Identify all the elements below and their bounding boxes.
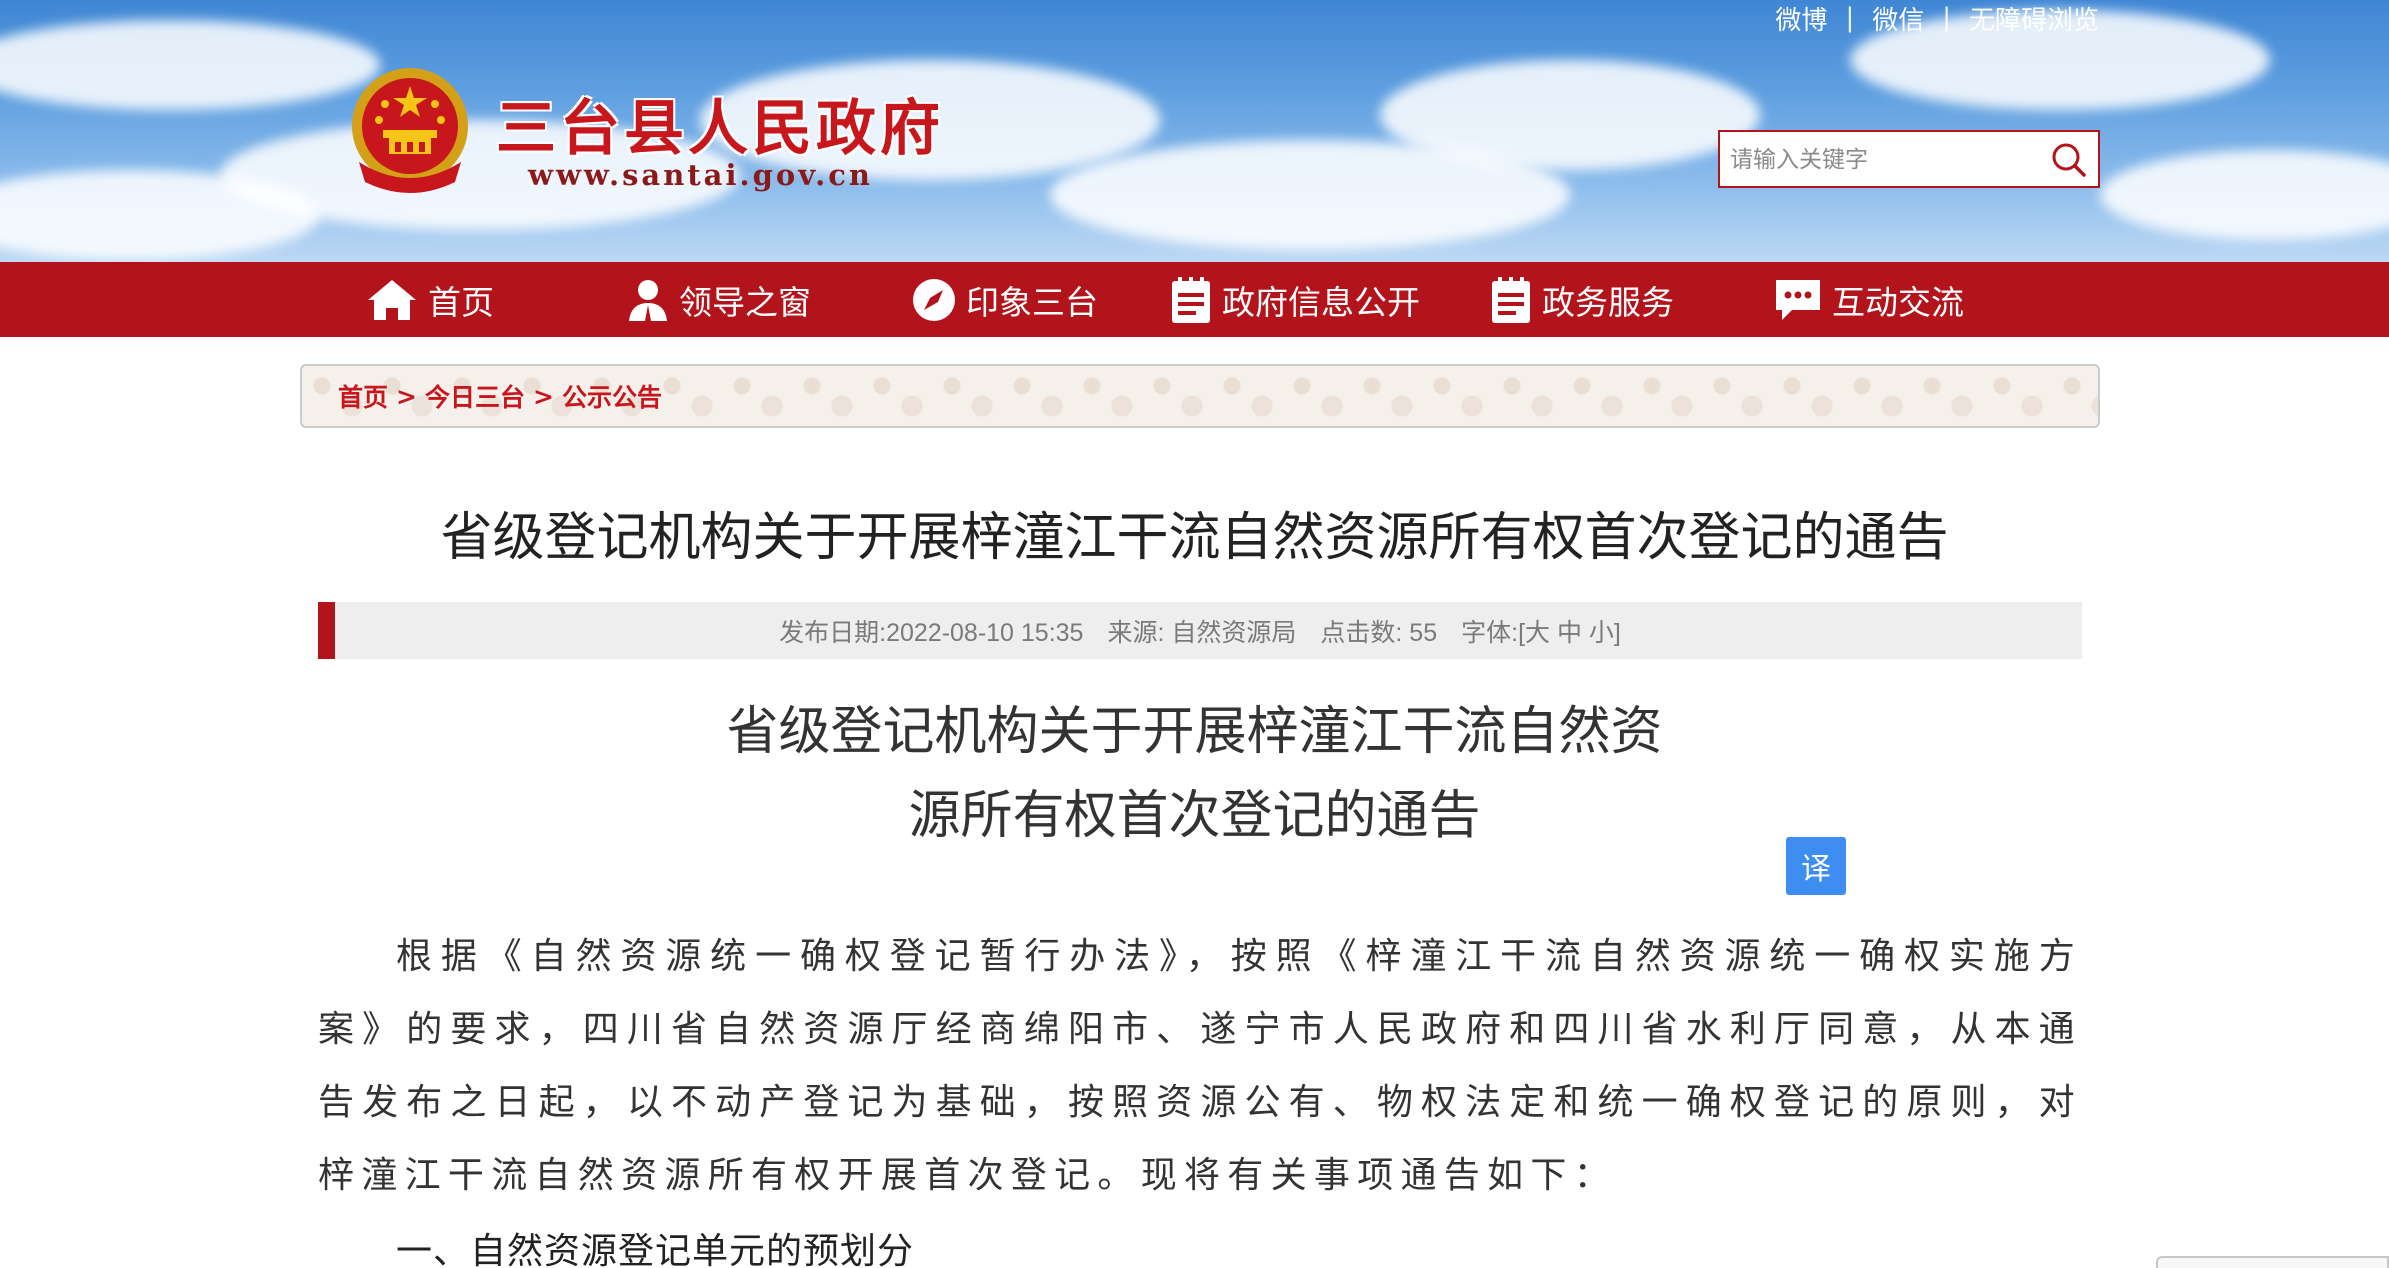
cloud-decoration xyxy=(1380,60,1760,170)
search-button[interactable] xyxy=(2038,132,2098,186)
nav-item-label: 政务服务 xyxy=(1542,283,1674,321)
national-emblem-icon[interactable] xyxy=(345,64,475,204)
section-heading: 一、自然资源登记单元的预划分 xyxy=(396,1230,915,1268)
source-label: 来源: xyxy=(1107,618,1165,647)
search-box xyxy=(1718,130,2100,188)
font-size-label: 字体: xyxy=(1461,618,1519,647)
home-icon xyxy=(368,279,416,320)
person-icon xyxy=(629,279,667,321)
breadcrumb-announcements[interactable]: 公示公告 xyxy=(562,378,662,414)
site-url: www.santai.gov.cn xyxy=(528,158,873,192)
nav-item-gov-services[interactable]: 政务服务 xyxy=(1488,262,1674,337)
nav-item-label: 印象三台 xyxy=(966,283,1098,321)
publish-date-value: 2022-08-10 15:35 xyxy=(886,618,1084,647)
click-count-label: 点击数: xyxy=(1320,618,1403,647)
search-input[interactable] xyxy=(1720,132,2038,186)
article-meta-bar: 发布日期:2022-08-10 15:35 来源: 自然资源局 点击数: 55 … xyxy=(318,602,2082,659)
weibo-link[interactable]: 微博 xyxy=(1775,0,1827,37)
site-header: 微博 | 微信 | 无障碍浏览 三台县人民政府 www.santai.gov.c… xyxy=(0,0,2389,262)
page-title: 省级登记机构关于开展梓潼江干流自然资源所有权首次登记的通告 xyxy=(440,509,1949,567)
nav-item-home[interactable]: 首页 xyxy=(364,262,494,337)
publish-date: 发布日期:2022-08-10 15:35 xyxy=(779,613,1083,649)
document-title: 省级登记机构关于开展梓潼江干流自然资 源所有权首次登记的通告 xyxy=(0,690,2389,858)
nav-item-impression[interactable]: 印象三台 xyxy=(910,262,1098,337)
main-nav: 首页 领导之窗 印象三台 政府信息公开 政务服务 互动交流 xyxy=(0,262,2389,337)
article-paragraph: 根据《自然资源统一确权登记暂行办法》，按照《梓潼江干流自然资源统一确权实施方案》… xyxy=(318,936,2082,1196)
chat-icon xyxy=(1776,279,1820,320)
breadcrumb-separator: > xyxy=(396,381,417,411)
cloud-decoration xyxy=(2100,150,2389,240)
font-size-control: 字体:[大 中 小] xyxy=(1461,613,1621,649)
document-icon xyxy=(1172,276,1210,323)
nav-item-label: 首页 xyxy=(428,283,494,321)
source-value: 自然资源局 xyxy=(1171,618,1297,647)
breadcrumb-separator: > xyxy=(532,381,554,411)
nav-item-label: 互动交流 xyxy=(1832,283,1964,321)
click-count-value: 55 xyxy=(1409,618,1438,647)
search-icon xyxy=(2052,143,2086,177)
cloud-decoration xyxy=(0,20,380,110)
document-title-line: 源所有权首次登记的通告 xyxy=(908,787,1481,845)
top-links: 微博 | 微信 | 无障碍浏览 xyxy=(1775,0,2099,36)
nav-item-interaction[interactable]: 互动交流 xyxy=(1772,262,1964,337)
meta-accent-bar xyxy=(318,602,335,659)
document-title-line: 省级登记机构关于开展梓潼江干流自然资 xyxy=(726,703,1663,761)
separator: | xyxy=(1845,3,1855,33)
click-count: 点击数: 55 xyxy=(1320,613,1437,649)
floating-widget[interactable] xyxy=(2156,1256,2389,1268)
nav-item-info-disclosure[interactable]: 政府信息公开 xyxy=(1168,262,1420,337)
site-title[interactable]: 三台县人民政府 xyxy=(496,80,944,167)
source: 来源: 自然资源局 xyxy=(1107,613,1296,649)
accessibility-link[interactable]: 无障碍浏览 xyxy=(1969,0,2099,37)
separator: | xyxy=(1942,3,1951,33)
nav-item-label: 领导之窗 xyxy=(679,283,811,321)
breadcrumb-today-santai[interactable]: 今日三台 xyxy=(425,378,525,414)
breadcrumb-home[interactable]: 首页 xyxy=(338,378,388,414)
document-icon xyxy=(1492,276,1530,323)
publish-date-label: 发布日期: xyxy=(779,618,887,647)
breadcrumb: 首页 > 今日三台 > 公示公告 xyxy=(300,364,2100,428)
compass-icon xyxy=(913,278,955,321)
font-size-options[interactable]: [大 中 小] xyxy=(1518,619,1621,647)
translate-button[interactable]: 译 xyxy=(1786,837,1846,895)
nav-item-leaders[interactable]: 领导之窗 xyxy=(625,262,811,337)
nav-item-label: 政府信息公开 xyxy=(1222,283,1420,321)
wechat-link[interactable]: 微信 xyxy=(1872,0,1924,37)
